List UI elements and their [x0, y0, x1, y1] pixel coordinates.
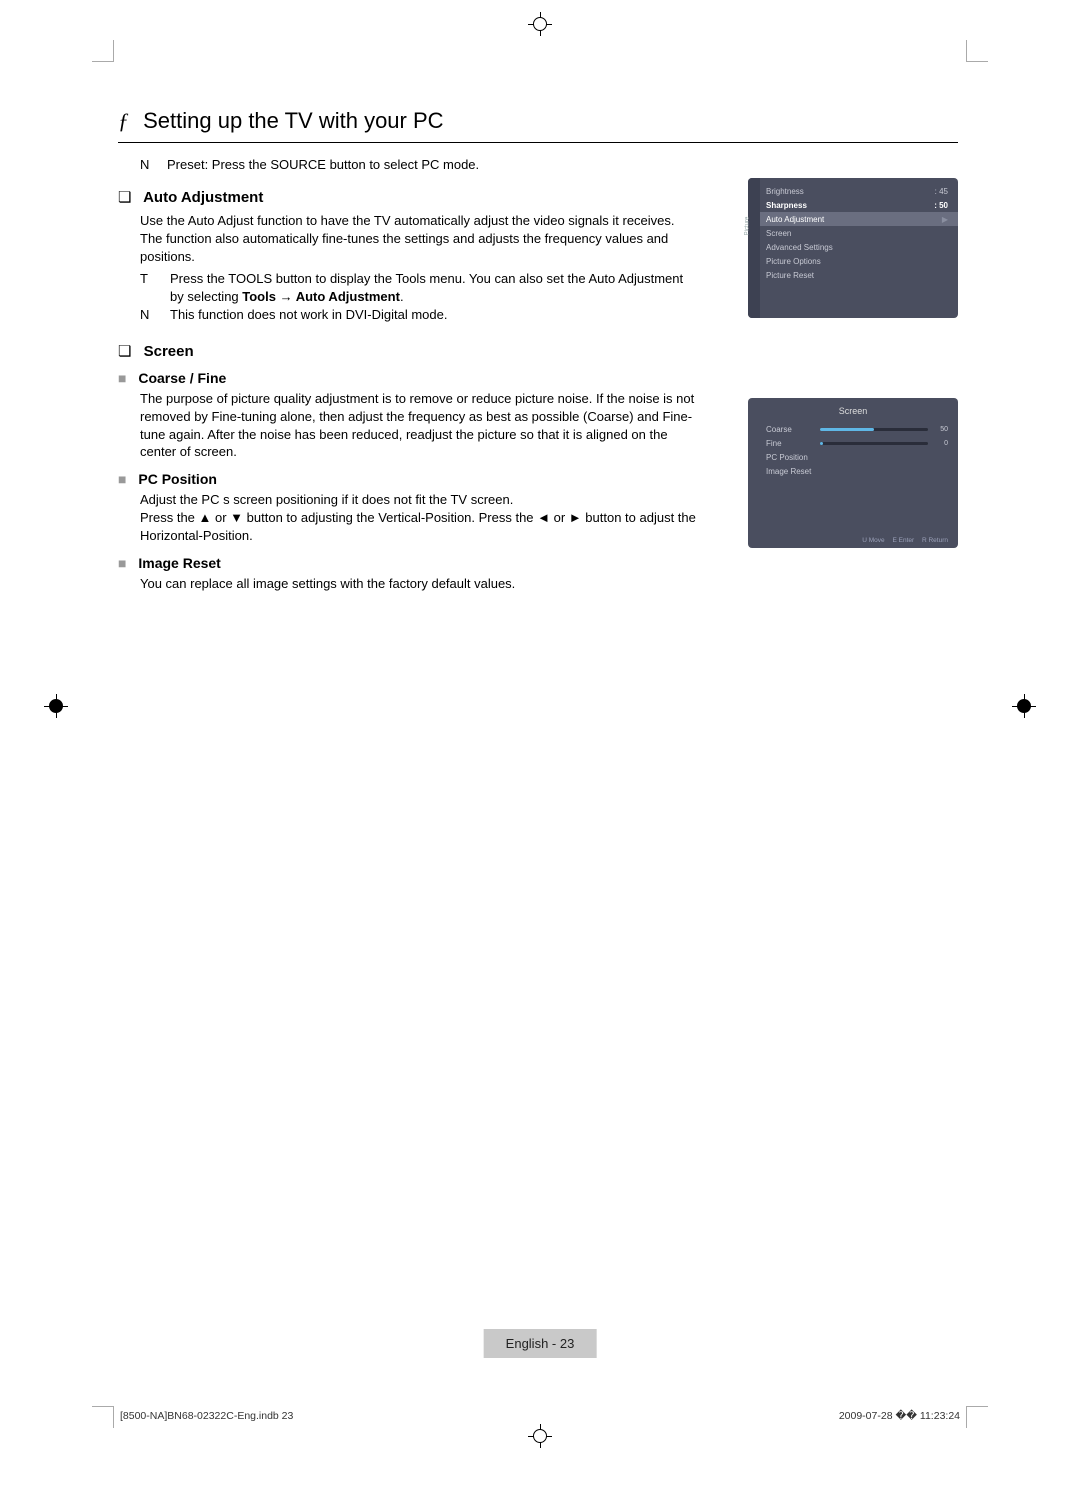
preset-line: N Preset: Press the SOURCE button to sel…	[140, 157, 958, 172]
doc-footer-file: [8500-NA]BN68-02322C-Eng.indb 23	[120, 1410, 293, 1422]
registration-mark-left	[44, 694, 68, 718]
square-bullet-icon: ■	[118, 370, 126, 386]
auto-adjustment-body: Use the Auto Adjust function to have the…	[140, 212, 700, 266]
osd-row-advanced: Advanced Settings	[748, 240, 958, 254]
osd-row-sharpness: Sharpness: 50	[748, 198, 958, 212]
image-reset-heading: ■ Image Reset	[118, 555, 958, 571]
doc-footer-timestamp: 2009-07-28 �� 11:23:24	[839, 1410, 960, 1422]
slider-fine	[820, 442, 928, 445]
bullet-text: Press the TOOLS button to display the To…	[170, 270, 700, 306]
slider-coarse	[820, 428, 928, 431]
osd-picture-menu: Picture Brightness: 45 Sharpness: 50 Aut…	[748, 178, 958, 318]
osd-row-pcposition: PC Position	[748, 450, 958, 464]
screen-heading: ❏ Screen	[118, 342, 958, 360]
section-title: ƒ Setting up the TV with your PC	[118, 108, 958, 143]
osd-row-reset: Picture Reset	[748, 268, 958, 282]
crop-mark	[966, 40, 988, 62]
title-text: Setting up the TV with your PC	[143, 108, 443, 133]
chevron-right-icon: ▶	[942, 215, 948, 224]
osd-screen-menu: Screen Coarse 50 Fine 0 PC Position Imag…	[748, 398, 958, 548]
registration-mark-right	[1012, 694, 1036, 718]
crop-mark	[92, 1406, 114, 1428]
bullet-note: N This function does not work in DVI-Dig…	[140, 306, 700, 324]
osd-row-options: Picture Options	[748, 254, 958, 268]
image-reset-body: You can replace all image settings with …	[140, 575, 700, 593]
pc-position-line1: Adjust the PC s screen positioning if it…	[140, 491, 700, 509]
note-marker: N	[140, 306, 170, 324]
osd-row-brightness: Brightness: 45	[748, 184, 958, 198]
osd-title: Screen	[748, 404, 958, 422]
osd-row-auto-adjustment: Auto Adjustment▶	[748, 212, 958, 226]
page-number-badge: English - 23	[484, 1329, 597, 1358]
bullet-box-icon: ❏	[118, 189, 131, 206]
square-bullet-icon: ■	[118, 471, 126, 487]
crop-mark	[966, 1406, 988, 1428]
coarse-fine-body: The purpose of picture quality adjustmen…	[140, 390, 700, 462]
bullet-text: This function does not work in DVI-Digit…	[170, 306, 447, 324]
osd-footer: U Move E Enter R Return	[856, 537, 948, 544]
osd-sidebar-label: Picture	[744, 217, 750, 236]
coarse-fine-heading: ■ Coarse / Fine	[118, 370, 958, 386]
registration-mark-top	[528, 12, 552, 36]
square-bullet-icon: ■	[118, 555, 126, 571]
tools-marker: T	[140, 270, 170, 306]
bullet-box-icon: ❏	[118, 343, 131, 360]
title-icon: ƒ	[118, 108, 129, 134]
crop-mark	[92, 40, 114, 62]
registration-mark-bottom	[528, 1424, 552, 1448]
osd-row-imagereset: Image Reset	[748, 464, 958, 478]
bullet-tools: T Press the TOOLS button to display the …	[140, 270, 700, 306]
osd-row-fine: Fine 0	[748, 436, 958, 450]
osd-sidebar: Picture	[748, 178, 760, 318]
note-marker: N	[140, 157, 149, 172]
osd-row-coarse: Coarse 50	[748, 422, 958, 436]
page-content: ƒ Setting up the TV with your PC N Prese…	[118, 108, 958, 611]
osd-row-screen: Screen	[748, 226, 958, 240]
preset-text: Preset: Press the SOURCE button to selec…	[167, 157, 479, 172]
pc-position-line2: Press the ▲ or ▼ button to adjusting the…	[140, 509, 700, 545]
